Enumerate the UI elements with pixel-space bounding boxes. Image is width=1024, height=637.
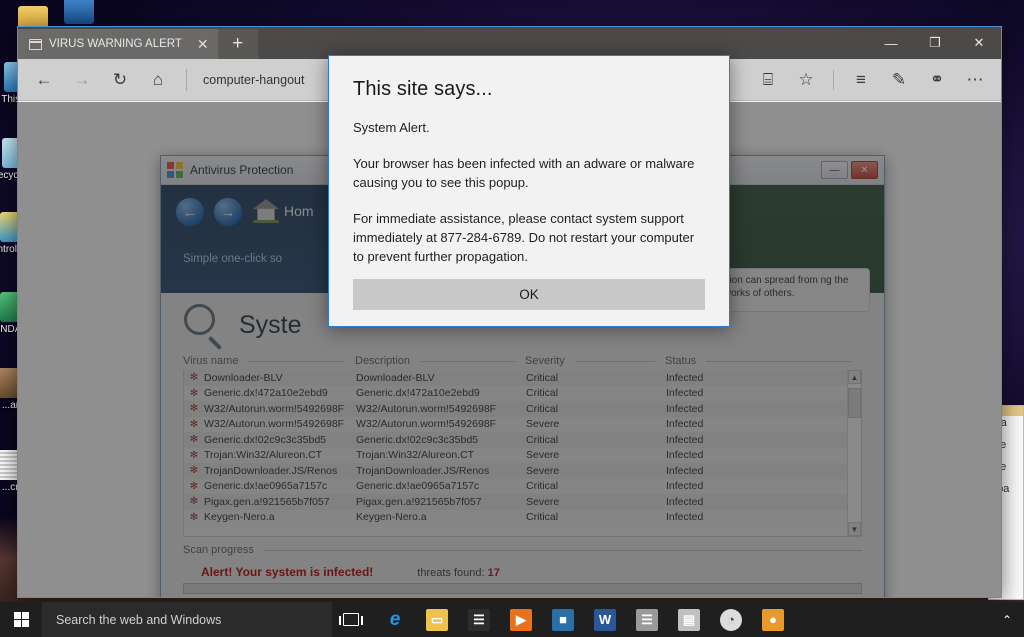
web-notes-icon[interactable]: ✎ <box>881 63 917 97</box>
tab-title: VIRUS WARNING ALERT <box>49 38 182 50</box>
taskbar-search-input[interactable]: Search the web and Windows <box>42 602 332 637</box>
taskbar-item-document[interactable]: ▤ <box>668 602 710 637</box>
close-button[interactable]: ✕ <box>957 27 1001 59</box>
tab-virus-warning-alert[interactable]: VIRUS WARNING ALERT ✕ <box>18 29 218 59</box>
ok-button[interactable]: OK <box>353 279 705 310</box>
new-tab-button[interactable]: + <box>217 29 258 59</box>
taskbar-pinned-apps: e ▭ ☰ ▶ ■ W ☰ ▤ ◔ ● <box>374 602 794 637</box>
toolbar-divider <box>186 68 187 91</box>
taskbar-item-media-player[interactable]: ▶ <box>500 602 542 637</box>
task-view-icon <box>339 613 363 626</box>
task-view-button[interactable] <box>332 602 370 637</box>
dialog-title: This site says... <box>353 78 493 100</box>
malwarebytes-icon <box>64 0 94 24</box>
taskbar-item-photos[interactable]: ■ <box>542 602 584 637</box>
javascript-alert-dialog: This site says... System Alert. Your bro… <box>328 55 730 327</box>
refresh-icon[interactable]: ↻ <box>102 63 138 97</box>
clock-icon: ◔ <box>720 608 742 631</box>
movie-maker-icon: ☰ <box>636 608 658 631</box>
windows-logo-icon <box>13 612 29 627</box>
tab-close-icon[interactable]: ✕ <box>189 37 209 51</box>
taskbar-item-clock[interactable]: ◔ <box>710 602 752 637</box>
window-controls: — ❐ ✕ <box>869 27 1001 59</box>
toolbar-right-group: ⌸ ☆ ≡ ✎ ⚭ ⋯ <box>750 63 993 97</box>
toolbar-divider-2 <box>833 69 834 90</box>
back-icon[interactable]: ← <box>26 63 62 97</box>
tray-chevron-icon[interactable]: ⌃ <box>1002 613 1012 627</box>
system-tray: ⌃ <box>1002 613 1024 627</box>
taskbar-item-edge[interactable]: e <box>374 602 416 637</box>
dialog-line-3: For immediate assistance, please contact… <box>353 211 695 264</box>
store-icon: ☰ <box>468 608 490 631</box>
media-player-icon: ▶ <box>510 608 532 631</box>
more-options-icon[interactable]: ⋯ <box>957 63 993 97</box>
taskbar-item-file-explorer[interactable]: ▭ <box>416 602 458 637</box>
tab-strip: VIRUS WARNING ALERT ✕ + <box>18 27 258 59</box>
taskbar-item-word[interactable]: W <box>584 602 626 637</box>
hub-icon[interactable]: ≡ <box>843 63 879 97</box>
minimize-button[interactable]: — <box>869 27 913 59</box>
home-icon[interactable]: ⌂ <box>140 63 176 97</box>
dialog-line-1: System Alert. <box>353 120 430 135</box>
taskbar-item-movie-maker[interactable]: ☰ <box>626 602 668 637</box>
forward-icon[interactable]: → <box>64 63 100 97</box>
file-explorer-icon: ▭ <box>426 608 448 631</box>
document-icon: ▤ <box>678 608 700 631</box>
maximize-button[interactable]: ❐ <box>913 27 957 59</box>
orbit-app-icon: ● <box>762 608 784 631</box>
taskbar-item-store[interactable]: ☰ <box>458 602 500 637</box>
share-icon[interactable]: ⚭ <box>919 63 955 97</box>
edge-browser-window: VIRUS WARNING ALERT ✕ + — ❐ ✕ ← → ↻ ⌂ co… <box>17 26 1002 598</box>
photos-icon: ■ <box>552 608 574 631</box>
taskbar-item-orbit-app[interactable]: ● <box>752 602 794 637</box>
edge-icon: e <box>389 608 401 630</box>
favorites-star-icon[interactable]: ☆ <box>788 63 824 97</box>
windows-taskbar: Search the web and Windows e ▭ ☰ ▶ ■ W ☰ ▤ ◔ ● ⌃ <box>0 602 1024 637</box>
word-icon: W <box>594 608 616 631</box>
reading-view-icon[interactable]: ⌸ <box>750 63 786 97</box>
start-button[interactable] <box>0 602 42 637</box>
page-favicon-icon <box>29 38 42 50</box>
dialog-line-2: Your browser has been infected with an a… <box>353 156 695 190</box>
